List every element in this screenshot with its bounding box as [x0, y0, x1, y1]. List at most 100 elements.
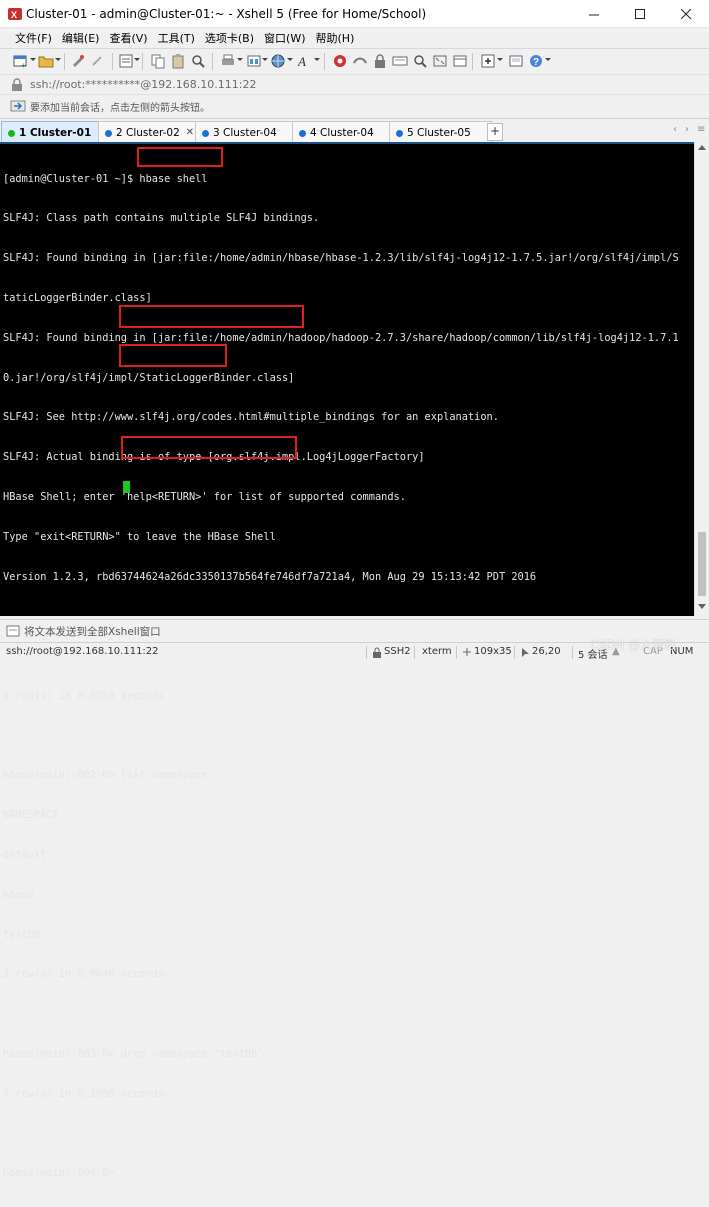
keyboard-icon[interactable]	[392, 53, 408, 69]
add-icon[interactable]	[480, 53, 496, 69]
menu-edit[interactable]: 编辑(E)	[57, 30, 105, 46]
properties-dropdown-icon[interactable]	[134, 58, 140, 61]
svg-text:?: ?	[533, 57, 539, 68]
minimize-button[interactable]	[571, 0, 617, 28]
open-dropdown-icon[interactable]	[55, 58, 61, 61]
tab-label: 5 Cluster-05	[407, 127, 471, 139]
terminal-line: SLF4J: Actual binding is of type [org.sl…	[3, 451, 425, 464]
svg-text:A: A	[297, 54, 306, 69]
tab-label: 1 Cluster-01	[19, 127, 92, 139]
connected-status-icon	[8, 129, 15, 137]
tab-bar: 1 Cluster-01 2 Cluster-02 ✕ 3 Cluster-04…	[0, 118, 709, 144]
layout-icon[interactable]	[452, 53, 468, 69]
reconnect-icon[interactable]	[70, 53, 86, 69]
tab-scroll-left-icon[interactable]: ‹	[673, 124, 677, 135]
minimize-icon	[588, 14, 599, 15]
terminal-line: 0.jar!/org/slf4j/impl/StaticLoggerBinder…	[3, 371, 295, 384]
copy-icon[interactable]	[150, 53, 166, 69]
terminal-cursor	[123, 481, 130, 493]
tab-scroll-right-icon[interactable]: ›	[685, 124, 689, 135]
zoom-icon[interactable]	[412, 53, 428, 69]
new-session-icon[interactable]: +	[12, 53, 28, 69]
session-status-icon	[396, 129, 403, 137]
terminal-line: NAMESPACE	[3, 809, 59, 822]
fullscreen-icon[interactable]	[432, 53, 448, 69]
print-dropdown-icon[interactable]	[237, 58, 243, 61]
menu-file[interactable]: 文件(F)	[10, 30, 57, 46]
tab-cluster-01[interactable]: 1 Cluster-01	[1, 121, 104, 144]
maximize-icon	[634, 8, 645, 19]
session-status-icon	[202, 129, 209, 137]
tab-close-icon[interactable]: ✕	[186, 127, 194, 138]
new-tab-button[interactable]: +	[487, 123, 503, 141]
globe-dropdown-icon[interactable]	[287, 58, 293, 61]
tab-label: 3 Cluster-04	[213, 127, 277, 139]
menu-bar: 文件(F) 编辑(E) 查看(V) 工具(T) 选项卡(B) 窗口(W) 帮助(…	[0, 28, 709, 48]
terminal-scrollbar[interactable]	[694, 142, 709, 616]
close-button[interactable]	[663, 0, 709, 28]
scroll-down-icon[interactable]	[698, 604, 706, 609]
open-folder-icon[interactable]	[38, 53, 54, 69]
menu-tabs[interactable]: 选项卡(B)	[200, 30, 259, 46]
help-icon[interactable]: ?	[528, 53, 544, 69]
cursor-position-icon	[522, 648, 529, 657]
tab-label: 4 Cluster-04	[310, 127, 374, 139]
tab-list-icon[interactable]: ≡	[697, 124, 705, 135]
lock-icon	[12, 78, 22, 91]
script-dropdown-icon[interactable]	[262, 58, 268, 61]
session-bar-arrow-icon[interactable]	[10, 98, 26, 114]
session-hint-text: 要添加当前会话，点击左侧的箭头按钮。	[30, 103, 210, 114]
menu-tools[interactable]: 工具(T)	[153, 30, 200, 46]
scroll-thumb[interactable]	[698, 532, 706, 596]
size-icon	[463, 648, 471, 656]
properties-icon[interactable]	[118, 53, 134, 69]
compose-window-icon[interactable]	[508, 53, 524, 69]
disconnect-icon[interactable]	[90, 53, 106, 69]
status-cursor: 26,20	[532, 646, 561, 657]
terminal-line: default	[3, 849, 47, 862]
menu-help[interactable]: 帮助(H)	[311, 30, 360, 46]
scroll-up-icon[interactable]	[698, 145, 706, 150]
menu-view[interactable]: 查看(V)	[104, 30, 152, 46]
print-icon[interactable]	[220, 53, 236, 69]
terminal-line: HBase Shell; enter 'help<RETURN>' for li…	[3, 490, 406, 503]
paste-icon[interactable]	[170, 53, 186, 69]
terminal-line: Version 1.2.3, rbd63744624a26dc3350137b5…	[3, 570, 537, 583]
menu-window[interactable]: 窗口(W)	[259, 30, 310, 46]
font-icon[interactable]: A	[296, 53, 312, 69]
terminal-line: hbase(main):003:0> drop_namespace 'testD…	[3, 1048, 264, 1061]
add-dropdown-icon[interactable]	[497, 58, 503, 61]
compose-placeholder: 将文本发送到全部Xshell窗口	[24, 626, 161, 638]
terminal-line: 0 row(s) in 0.8050 seconds	[3, 689, 165, 702]
transfer-icon[interactable]	[352, 53, 368, 69]
svg-text:+: +	[21, 61, 26, 69]
tab-cluster-04[interactable]: 3 Cluster-04	[195, 121, 298, 144]
help-dropdown-icon[interactable]	[545, 58, 551, 61]
terminal-line: hbase(main):004:0>	[3, 1167, 121, 1180]
find-icon[interactable]	[190, 53, 206, 69]
highlight-hbase-shell	[137, 147, 223, 167]
tab-cluster-04-b[interactable]: 4 Cluster-04	[292, 121, 395, 144]
script-icon[interactable]	[246, 53, 262, 69]
lock-icon[interactable]	[372, 53, 388, 69]
xftp-icon[interactable]	[332, 53, 348, 69]
tab-cluster-05[interactable]: 5 Cluster-05	[389, 121, 492, 144]
terminal-lines: [admin@Cluster-01 ~]$ hbase shell SLF4J:…	[3, 146, 679, 1207]
tab-cluster-02[interactable]: 2 Cluster-02 ✕	[98, 121, 201, 144]
globe-icon[interactable]	[270, 53, 286, 69]
new-session-dropdown-icon[interactable]	[30, 58, 36, 61]
maximize-button[interactable]	[617, 0, 663, 28]
terminal-line: 0 row(s) in 0.1690 seconds	[3, 1087, 165, 1100]
highlight-drop-namespace	[121, 436, 297, 459]
terminal-output[interactable]: [admin@Cluster-01 ~]$ hbase shell SLF4J:…	[0, 142, 694, 1179]
session-hint-bar: 要添加当前会话，点击左侧的箭头按钮。	[0, 94, 709, 116]
session-address[interactable]: ssh://root:**********@192.168.10.111:22	[30, 78, 257, 91]
status-terminal-type: xterm	[422, 646, 452, 657]
watermark: CSDN @大菠彩	[590, 638, 677, 652]
font-dropdown-icon[interactable]	[314, 58, 320, 61]
terminal-line: Type "exit<RETURN>" to leave the HBase S…	[3, 530, 276, 543]
terminal-line: SLF4J: Found binding in [jar:file:/home/…	[3, 252, 679, 265]
highlight-list-namespace	[119, 344, 227, 367]
terminal-line: SLF4J: Class path contains multiple SLF4…	[3, 212, 320, 225]
